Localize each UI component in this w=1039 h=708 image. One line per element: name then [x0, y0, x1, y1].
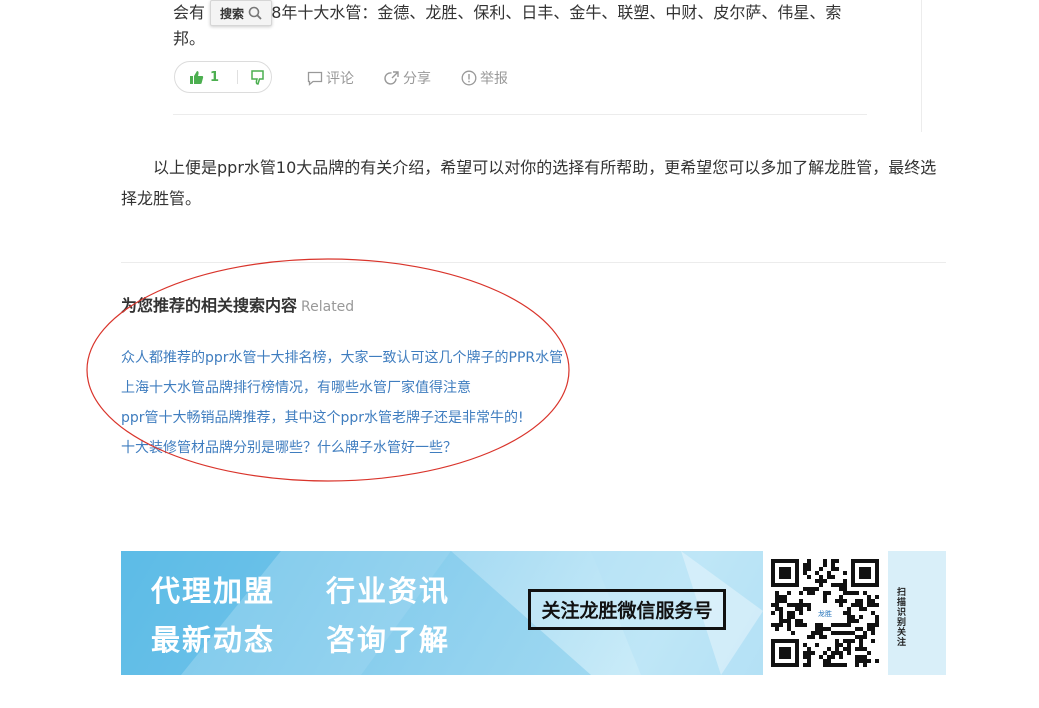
- qr-code: 龙胜: [763, 551, 888, 675]
- thumbs-down-icon: [251, 69, 264, 85]
- qr-logo: 龙胜: [818, 609, 832, 618]
- related-link[interactable]: 众人都推荐的ppr水管十大排名榜，大家一致认可这几个牌子的PPR水管: [121, 343, 563, 373]
- banner-item: 咨询了解: [326, 623, 451, 657]
- like-count: 1: [210, 69, 220, 85]
- dislike-button[interactable]: [238, 69, 265, 85]
- vote-pill: 1: [174, 61, 272, 93]
- wechat-follow-label: 关注龙胜微信服务号: [528, 589, 726, 630]
- share-icon: [384, 70, 399, 85]
- comment-label: 评论: [326, 71, 354, 87]
- related-link[interactable]: ppr管十大畅销品牌推荐，其中这个ppr水管老牌子还是非常牛的!: [121, 403, 563, 433]
- answer-text-prefix: 会有: [173, 3, 206, 22]
- report-icon: [461, 70, 477, 86]
- related-link[interactable]: 上海十大水管品牌排行榜情况，有哪些水管厂家值得注意: [121, 373, 563, 403]
- share-button[interactable]: 分享: [384, 68, 431, 88]
- related-heading: 为您推荐的相关搜索内容 Related: [121, 292, 354, 316]
- answer-text-line2: 邦。: [173, 29, 206, 48]
- answer-text-rest: 18年十大水管：金德、龙胜、保利、日丰、金牛、联塑、中财、皮尔萨、伟星、索: [261, 3, 842, 22]
- banner-item: 代理加盟: [151, 574, 276, 608]
- search-popup-button[interactable]: 搜索: [210, 0, 272, 26]
- share-label: 分享: [403, 71, 431, 87]
- answer-text: 会有 18年十大水管：金德、龙胜、保利、日丰、金牛、联塑、中财、皮尔萨、伟星、索邦…: [173, 0, 863, 52]
- banner-item: 最新动态: [151, 623, 276, 657]
- related-link[interactable]: 十大装修管材品牌分别是哪些？什么牌子水管好一些？: [121, 433, 563, 463]
- answer-divider: [173, 114, 867, 115]
- thumbs-up-icon: [190, 70, 204, 84]
- comment-icon: [307, 71, 323, 86]
- banner-item: 行业资讯: [326, 574, 451, 608]
- report-label: 举报: [480, 71, 508, 87]
- section-divider: [121, 262, 946, 263]
- article-summary: 以上便是ppr水管10大品牌的有关介绍，希望可以对你的选择有所帮助，更希望您可以…: [121, 158, 937, 208]
- qr-caption: 扫描识别关注: [888, 551, 946, 675]
- report-button[interactable]: 举报: [461, 68, 508, 88]
- qr-caption-text: 扫描识别关注: [895, 587, 905, 647]
- search-popup-label: 搜索: [219, 6, 244, 21]
- like-button[interactable]: 1: [175, 70, 237, 85]
- search-icon: [248, 6, 262, 20]
- sidebar-divider: [921, 0, 922, 132]
- comment-button[interactable]: 评论: [307, 68, 354, 88]
- related-links: 众人都推荐的ppr水管十大排名榜，大家一致认可这几个牌子的PPR水管 上海十大水…: [121, 343, 563, 463]
- related-subtitle: Related: [301, 299, 355, 315]
- wechat-banner[interactable]: 代理加盟 行业资讯 最新动态 咨询了解 关注龙胜微信服务号 龙胜 扫描识别关注: [121, 551, 946, 675]
- related-title: 为您推荐的相关搜索内容: [121, 296, 298, 315]
